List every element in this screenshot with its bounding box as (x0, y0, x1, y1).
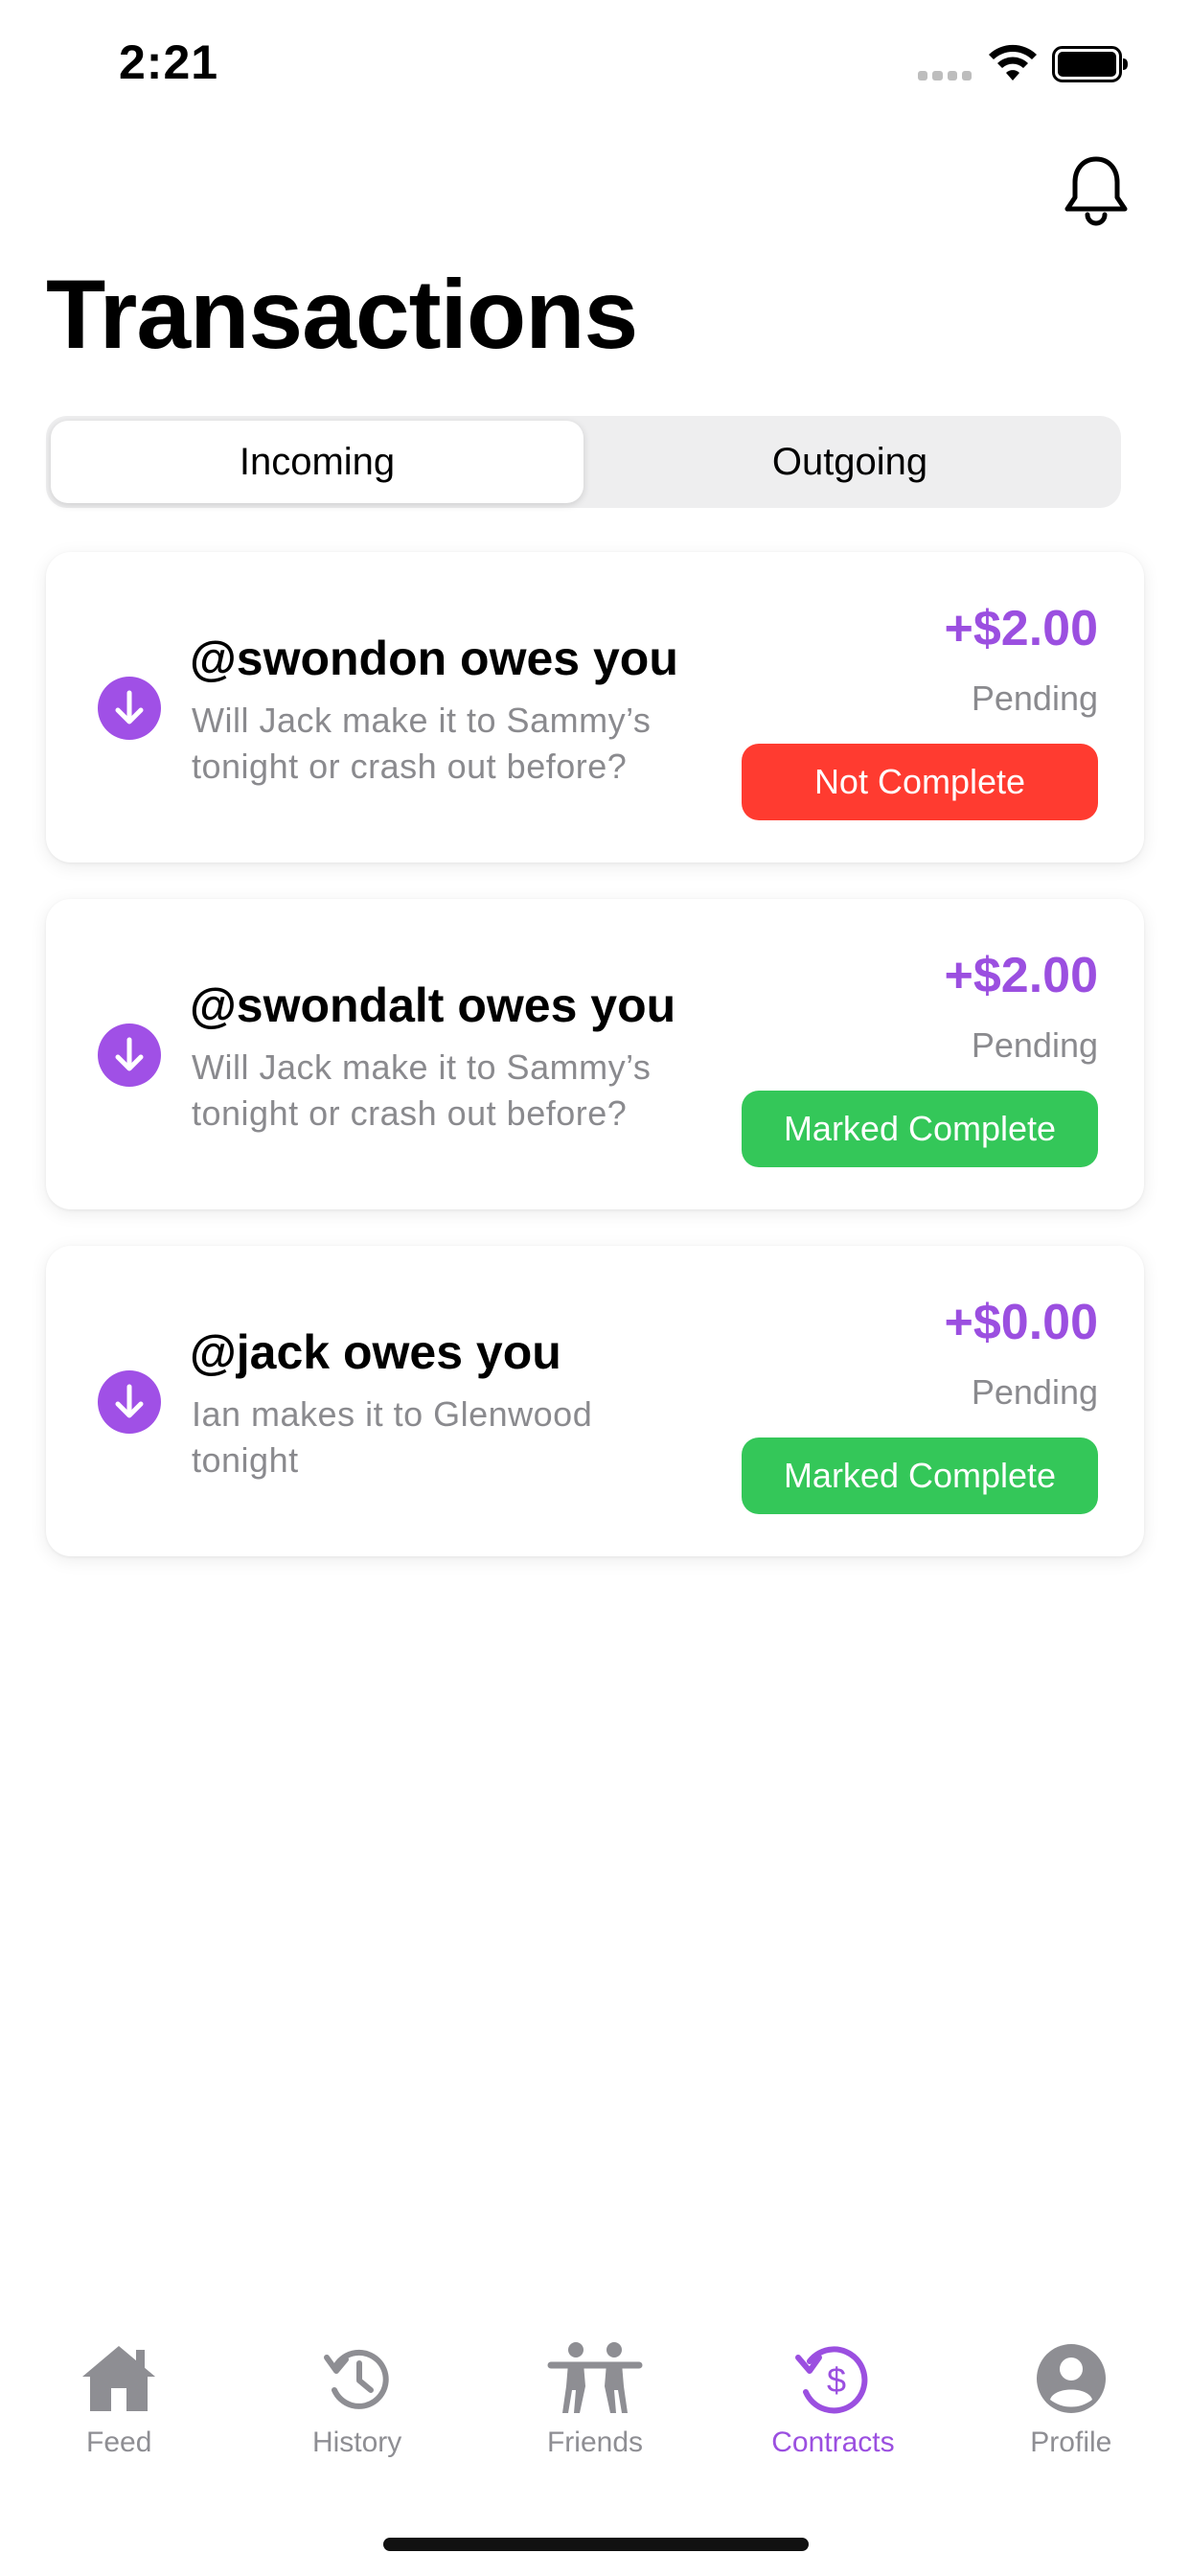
home-indicator[interactable] (383, 2538, 809, 2551)
cellular-signal-icon (918, 71, 972, 80)
status-bar: 2:21 (0, 0, 1190, 134)
transaction-description: Will Jack make it to Sammy’s tonight or … (192, 701, 652, 786)
transaction-card[interactable]: @jack owes you Ian makes it to Glenwood … (46, 1246, 1144, 1556)
incoming-outgoing-segmented-control: Incoming Outgoing (46, 416, 1121, 508)
transaction-title: @jack owes you (190, 1325, 561, 1379)
transactions-list: @swondon owes you Will Jack make it to S… (46, 552, 1144, 1593)
tab-label: History (311, 2426, 402, 2458)
tab-feed[interactable]: Feed (0, 2338, 238, 2492)
transaction-status: Pending (971, 678, 1098, 718)
tab-label: Profile (1030, 2426, 1112, 2458)
incoming-arrow-icon (98, 677, 161, 740)
tab-incoming[interactable]: Incoming (51, 421, 584, 503)
notifications-button[interactable] (1062, 153, 1131, 226)
transaction-title: @swondalt owes you (190, 978, 676, 1032)
tab-friends[interactable]: Friends (476, 2338, 714, 2492)
marked-complete-button[interactable]: Marked Complete (742, 1438, 1098, 1514)
tab-history[interactable]: History (238, 2338, 475, 2492)
bell-icon (1064, 156, 1128, 226)
svg-text:$: $ (827, 2360, 846, 2400)
transaction-description: Will Jack make it to Sammy’s tonight or … (192, 1047, 652, 1133)
transaction-status: Pending (971, 1025, 1098, 1065)
friends-icon (547, 2338, 643, 2419)
marked-complete-button[interactable]: Marked Complete (742, 1091, 1098, 1167)
battery-icon (1052, 46, 1128, 82)
not-complete-button[interactable]: Not Complete (742, 744, 1098, 820)
bottom-tab-bar: Feed History Friends $ Contracts Profile (0, 2338, 1190, 2492)
transaction-amount: +$0.00 (944, 1295, 1099, 1350)
tab-label: Contracts (771, 2426, 895, 2458)
tab-label: Friends (546, 2426, 644, 2458)
transaction-title: @swondon owes you (190, 632, 678, 685)
page-title: Transactions (46, 260, 638, 369)
status-time: 2:21 (119, 35, 219, 89)
contracts-dollar-icon: $ (785, 2338, 881, 2419)
incoming-arrow-icon (98, 1370, 161, 1434)
transaction-status: Pending (971, 1372, 1098, 1412)
tab-contracts[interactable]: $ Contracts (714, 2338, 951, 2492)
home-icon (71, 2338, 167, 2419)
tab-label: Feed (86, 2426, 152, 2458)
tab-outgoing[interactable]: Outgoing (584, 421, 1116, 503)
transaction-card[interactable]: @swondalt owes you Will Jack make it to … (46, 899, 1144, 1209)
transaction-description: Ian makes it to Glenwood tonight (192, 1394, 593, 1480)
transaction-amount: +$2.00 (944, 948, 1099, 1003)
history-icon (309, 2338, 405, 2419)
transaction-card[interactable]: @swondon owes you Will Jack make it to S… (46, 552, 1144, 862)
profile-icon (1023, 2338, 1119, 2419)
transaction-amount: +$2.00 (944, 601, 1099, 656)
incoming-arrow-icon (98, 1024, 161, 1087)
tab-profile[interactable]: Profile (952, 2338, 1190, 2492)
wifi-icon (989, 44, 1037, 80)
